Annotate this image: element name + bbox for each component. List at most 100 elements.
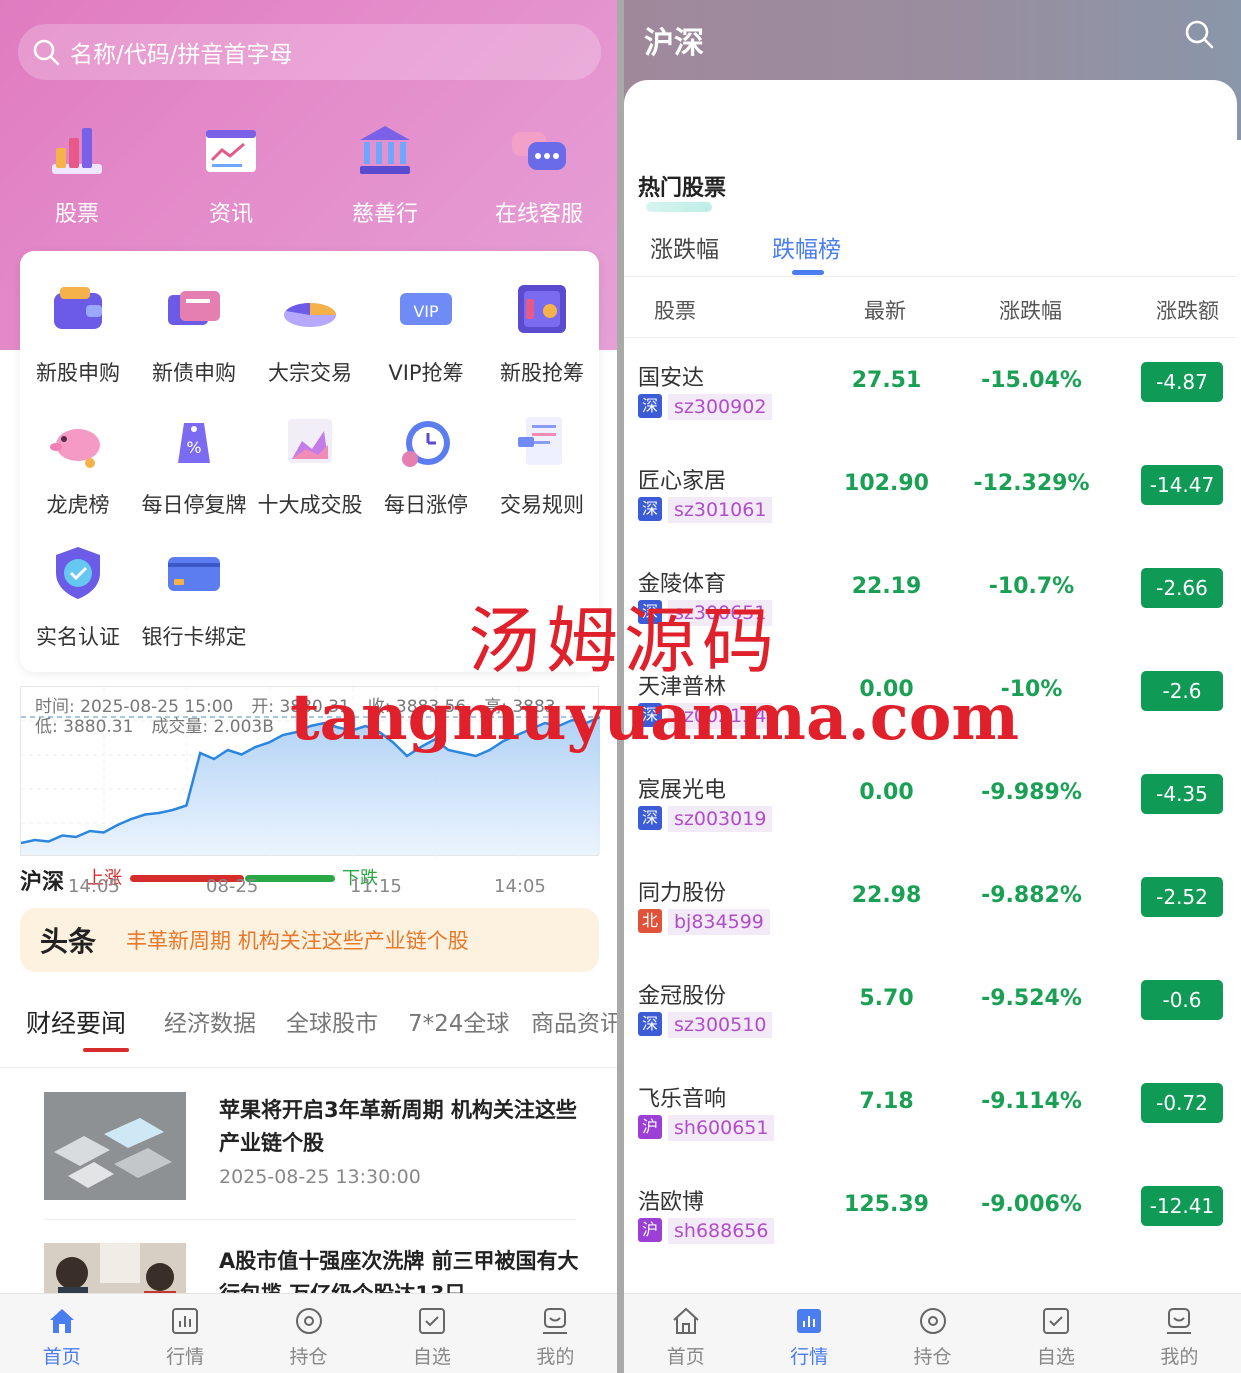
stock-name: 同力股份	[638, 881, 727, 906]
tab-finance-news[interactable]: 财经要闻	[26, 1004, 126, 1040]
col-stock: 股票	[654, 299, 696, 323]
col-change-pct: 涨跌幅	[999, 299, 1062, 323]
shortcut-support[interactable]: 在线客服	[462, 120, 616, 228]
stock-code: sh600651	[668, 1115, 775, 1141]
market-badge: 沪	[638, 1218, 662, 1242]
tab-profile[interactable]: 我的	[494, 1294, 617, 1373]
safe-icon	[518, 285, 566, 333]
tab-global-markets[interactable]: 全球股市	[286, 1004, 378, 1038]
area-chart-icon	[288, 419, 332, 463]
search-input[interactable]: 名称/代码/拼音首字母	[18, 24, 601, 80]
menu-ipo-grab[interactable]: 新股抢筹	[484, 277, 600, 409]
stock-change-pct: -9.989%	[981, 780, 1082, 805]
stock-code: sz003019	[668, 806, 773, 832]
piggy-bank-icon	[50, 429, 100, 468]
x-tick: 14:05	[68, 876, 120, 897]
stock-code: bj834599	[668, 909, 770, 935]
stock-name: 飞乐音响	[638, 1087, 727, 1112]
active-tab-underline	[792, 270, 824, 275]
tab-24h-global[interactable]: 7*24全球	[408, 1004, 509, 1038]
target-icon	[919, 1308, 946, 1334]
title-underline	[646, 202, 712, 212]
news-item[interactable]: 苹果将开启3年革新周期 机构关注这些产业链个股 2025-08-25 13:30…	[44, 1092, 577, 1220]
search-icon	[33, 39, 60, 66]
menu-trade-rules[interactable]: 交易规则	[484, 409, 600, 541]
stock-row[interactable]: 匠心家居深 sz301061 102.90 -12.329% -14.47	[624, 441, 1237, 544]
shield-check-icon	[56, 547, 100, 599]
stock-change-pct: -9.114%	[981, 1089, 1082, 1114]
news-time: 2025-08-25 13:30:00	[219, 1166, 421, 1188]
tooltip-volume: 成交量: 2.003B	[151, 717, 274, 737]
watermark-url: tangmuyuanma.com	[290, 680, 1020, 755]
shortcut-charity[interactable]: 慈善行	[308, 120, 462, 228]
menu-ipo-subscribe[interactable]: 新股申购	[20, 277, 136, 409]
tab-home[interactable]: 首页	[0, 1294, 123, 1373]
stock-price: 22.19	[851, 574, 922, 599]
stock-row[interactable]: 国安达深 sz300902 27.51 -15.04% -4.87	[624, 338, 1237, 441]
tab-market[interactable]: 行情	[747, 1294, 870, 1373]
stock-price: 0.00	[859, 780, 914, 805]
menu-top-trades[interactable]: 十大成交股	[252, 409, 368, 541]
tab-market[interactable]: 行情	[123, 1294, 246, 1373]
tab-positions[interactable]: 持仓	[871, 1294, 994, 1373]
menu-bond-subscribe[interactable]: 新债申购	[136, 277, 252, 409]
tab-economic-data[interactable]: 经济数据	[164, 1004, 256, 1038]
tooltip-low: 低: 3880.31	[35, 717, 134, 737]
menu-suspension[interactable]: % 每日停复牌	[136, 409, 252, 541]
stock-row[interactable]: 金冠股份深 sz300510 5.70 -9.524% -0.6	[624, 956, 1237, 1059]
tab-watchlist[interactable]: 自选	[994, 1294, 1117, 1373]
menu-dragon-tiger[interactable]: 龙虎榜	[20, 409, 136, 541]
checkbox-icon	[1042, 1308, 1069, 1334]
menu-vip-grab[interactable]: VIP VIP抢筹	[368, 277, 484, 409]
menu-block-trade[interactable]: 大宗交易	[252, 277, 368, 409]
tab-commodities[interactable]: 商品资讯	[531, 1004, 617, 1038]
menu-real-name[interactable]: 实名认证	[20, 541, 136, 673]
stock-code: sz300902	[668, 394, 773, 420]
shortcut-news[interactable]: 资讯	[154, 120, 308, 228]
tab-losers[interactable]: 跌幅榜	[772, 230, 841, 264]
wallet-icon	[54, 287, 102, 329]
market-name: 沪深	[20, 870, 65, 895]
stock-change-amt: -12.41	[1141, 1186, 1223, 1226]
headline-tag: 头条	[40, 925, 97, 958]
pie-chart-icon	[284, 303, 336, 327]
user-icon	[1167, 1308, 1192, 1334]
stock-name: 国安达	[638, 366, 705, 391]
col-change-amt: 涨跌额	[1156, 299, 1219, 323]
watermark-text: 汤姆源码	[468, 599, 781, 683]
menu-daily-limit-up[interactable]: 每日涨停	[368, 409, 484, 541]
stock-row[interactable]: 宸展光电深 sz003019 0.00 -9.989% -4.35	[624, 750, 1237, 853]
stock-price: 5.70	[859, 986, 914, 1011]
tab-home[interactable]: 首页	[624, 1294, 747, 1373]
svg-text:%: %	[186, 438, 201, 457]
stock-row[interactable]: 飞乐音响沪 sh600651 7.18 -9.114% -0.72	[624, 1059, 1237, 1162]
stock-change-amt: -2.66	[1141, 568, 1223, 608]
shortcut-stocks[interactable]: 股票	[0, 120, 154, 228]
tab-positions[interactable]: 持仓	[247, 1294, 370, 1373]
market-chart-icon	[797, 1309, 822, 1333]
x-tick: 14:05	[494, 876, 546, 897]
headline-banner[interactable]: 头条 丰革新周期 机构关注这些产业链个股	[20, 908, 599, 972]
alarm-clock-icon	[402, 421, 450, 467]
receipt-icon	[518, 417, 562, 465]
tab-watchlist[interactable]: 自选	[370, 1294, 493, 1373]
stock-name: 浩欧博	[638, 1190, 705, 1215]
stock-change-pct: -9.006%	[981, 1192, 1082, 1217]
bar-chart-icon	[52, 128, 102, 174]
stock-row[interactable]: 浩欧博沪 sh688656 125.39 -9.006% -12.41	[624, 1162, 1237, 1265]
market-breadth: 沪深 上涨 下跌 14:05 08-25 11:15 14:05	[20, 862, 599, 897]
stock-code: sz300510	[668, 1012, 773, 1038]
menu-bind-card[interactable]: 银行卡绑定	[136, 541, 252, 673]
tab-change-pct[interactable]: 涨跌幅	[650, 230, 719, 264]
stock-code: sh688656	[668, 1218, 775, 1244]
market-chart-icon	[172, 1308, 199, 1334]
stock-row[interactable]: 同力股份北 bj834599 22.98 -9.882% -2.52	[624, 853, 1237, 956]
tab-profile[interactable]: 我的	[1118, 1294, 1241, 1373]
svg-text:VIP: VIP	[413, 302, 439, 321]
section-title: 热门股票	[638, 176, 727, 201]
news-board-icon	[206, 130, 256, 172]
chat-bubble-icon	[512, 132, 566, 170]
market-badge: 深	[638, 497, 662, 521]
search-icon[interactable]	[1183, 18, 1215, 50]
active-tab-underline	[83, 1048, 129, 1052]
